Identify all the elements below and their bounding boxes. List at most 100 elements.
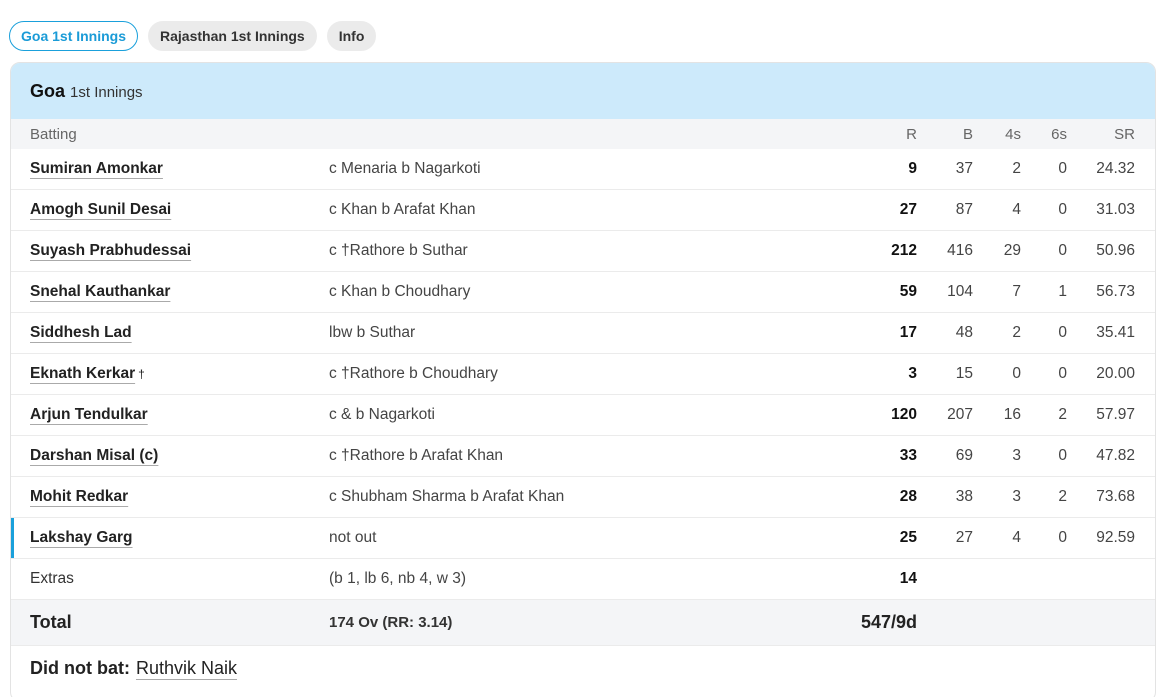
batter-row: Snehal Kauthankar c Khan b Choudhary 59 104… [11, 272, 1155, 313]
batter-name-cell: Siddhesh Lad [30, 324, 132, 342]
total-overs: 174 Ov (RR: 3.14) [329, 614, 453, 631]
strike-rate: 31.03 [1096, 201, 1135, 218]
balls: 416 [947, 242, 973, 259]
batter-list: Sumiran Amonkar c Menaria b Nagarkoti 9 37 2… [11, 149, 1155, 559]
runs: 212 [891, 242, 917, 259]
batter-name-cell: Snehal Kauthankar [30, 283, 170, 301]
batter-row: Amogh Sunil Desai c Khan b Arafat Khan 27 8… [11, 190, 1155, 231]
batter-row: Suyash Prabhudessai c †Rathore b Suthar 21… [11, 231, 1155, 272]
strike-rate: 73.68 [1096, 488, 1135, 505]
balls: 207 [947, 406, 973, 423]
dismissal: c Menaria b Nagarkoti [329, 160, 481, 177]
fours: 3 [1012, 488, 1021, 505]
runs: 9 [908, 160, 917, 177]
col-strike-rate: SR [1114, 125, 1135, 143]
batter-row: Mohit Redkar c Shubham Sharma b Arafat Kh… [11, 477, 1155, 518]
runs: 120 [891, 406, 917, 423]
extras-detail: (b 1, lb 6, nb 4, w 3) [329, 570, 466, 587]
did-not-bat-label: Did not bat: [30, 657, 130, 678]
fours: 4 [1012, 201, 1021, 218]
fours: 7 [1012, 283, 1021, 300]
batter-name[interactable]: Siddhesh Lad [30, 324, 132, 341]
strike-rate: 24.32 [1096, 160, 1135, 177]
batter-row: Eknath Kerkar † c †Rathore b Choudhary 3 15 0… [11, 354, 1155, 395]
dismissal: c †Rathore b Arafat Khan [329, 447, 504, 464]
fours: 0 [1012, 365, 1021, 382]
batter-name[interactable]: Arjun Tendulkar [30, 406, 148, 423]
dismissal: c & b Nagarkoti [329, 406, 435, 423]
dismissal: not out [329, 529, 377, 546]
batter-row: Arjun Tendulkar c & b Nagarkoti 120 207 16 2 5… [11, 395, 1155, 436]
did-not-bat-player[interactable]: Ruthvik Naik [136, 658, 237, 679]
batter-name-cell: Darshan Misal (c) [30, 447, 158, 465]
sixes: 0 [1058, 324, 1067, 341]
balls: 87 [955, 201, 973, 218]
batter-name[interactable]: Mohit Redkar [30, 488, 128, 505]
innings-header: Goa 1st Innings [11, 63, 1155, 119]
batter-name[interactable]: Darshan Misal (c) [30, 447, 158, 464]
runs: 25 [899, 529, 917, 546]
dismissal: lbw b Suthar [329, 324, 416, 341]
wicketkeeper-marker: † [138, 367, 145, 381]
col-runs: R [906, 125, 917, 143]
runs: 27 [899, 201, 917, 218]
balls: 27 [955, 529, 973, 546]
batter-name-cell: Lakshay Garg [30, 529, 133, 547]
batter-name[interactable]: Snehal Kauthankar [30, 283, 170, 300]
col-batting: Batting [30, 125, 77, 143]
batter-row: Sumiran Amonkar c Menaria b Nagarkoti 9 37 2… [11, 149, 1155, 190]
col-fours: 4s [1005, 125, 1021, 143]
batter-row: Darshan Misal (c) c †Rathore b Arafat Kha… [11, 436, 1155, 477]
balls: 37 [955, 160, 973, 177]
col-balls: B [962, 125, 973, 143]
sixes: 0 [1058, 365, 1067, 382]
dismissal: c Khan b Choudhary [329, 283, 471, 300]
strike-rate: 56.73 [1096, 283, 1135, 300]
dismissal: c Shubham Sharma b Arafat Khan [329, 488, 565, 505]
strike-rate: 50.96 [1096, 242, 1135, 259]
strike-rate: 57.97 [1096, 406, 1135, 423]
runs: 3 [908, 365, 917, 382]
batter-row: Siddhesh Lad lbw b Suthar 17 48 2 0 35.41 [11, 313, 1155, 354]
runs: 59 [899, 283, 917, 300]
batter-name[interactable]: Suyash Prabhudessai [30, 242, 191, 259]
strike-rate: 92.59 [1096, 529, 1135, 546]
total-row: Total 174 Ov (RR: 3.14) 547/9d [11, 600, 1155, 646]
batter-name[interactable]: Lakshay Garg [30, 529, 133, 546]
sixes: 1 [1058, 283, 1067, 300]
sixes: 0 [1058, 447, 1067, 464]
col-sixes: 6s [1051, 125, 1067, 143]
tab-rajasthan-1st-innings[interactable]: Rajasthan 1st Innings [148, 21, 317, 51]
runs: 33 [899, 447, 917, 464]
innings-tabs: Goa 1st Innings Rajasthan 1st Innings In… [9, 21, 377, 51]
balls: 104 [947, 283, 973, 300]
tab-info[interactable]: Info [326, 21, 377, 51]
fours: 16 [1003, 406, 1021, 423]
sixes: 0 [1058, 529, 1067, 546]
sixes: 0 [1058, 201, 1067, 218]
batter-name[interactable]: Sumiran Amonkar [30, 160, 163, 177]
column-header: Batting R B 4s 6s SR [11, 119, 1155, 149]
batter-row: Lakshay Garg not out 25 27 4 0 92.59 [11, 518, 1155, 559]
batter-name-cell: Mohit Redkar [30, 488, 128, 506]
total-label: Total [30, 612, 72, 632]
batter-name[interactable]: Amogh Sunil Desai [30, 201, 171, 218]
sixes: 0 [1058, 160, 1067, 177]
balls: 15 [955, 365, 973, 382]
balls: 38 [955, 488, 973, 505]
sixes: 0 [1058, 242, 1067, 259]
tab-goa-1st-innings[interactable]: Goa 1st Innings [9, 21, 139, 51]
batter-name-cell: Eknath Kerkar † [30, 365, 145, 383]
fours: 3 [1012, 447, 1021, 464]
batter-name[interactable]: Eknath Kerkar [30, 365, 135, 382]
dismissal: c †Rathore b Choudhary [329, 365, 498, 382]
innings-label: 1st Innings [70, 83, 143, 101]
fours: 2 [1012, 324, 1021, 341]
dismissal: c †Rathore b Suthar [329, 242, 468, 259]
sixes: 2 [1058, 488, 1067, 505]
team-name: Goa [30, 80, 66, 101]
balls: 69 [955, 447, 973, 464]
did-not-bat: Did not bat: Ruthvik Naik [11, 646, 1155, 690]
extras-runs: 14 [899, 570, 917, 587]
batter-name-cell: Arjun Tendulkar [30, 406, 148, 424]
